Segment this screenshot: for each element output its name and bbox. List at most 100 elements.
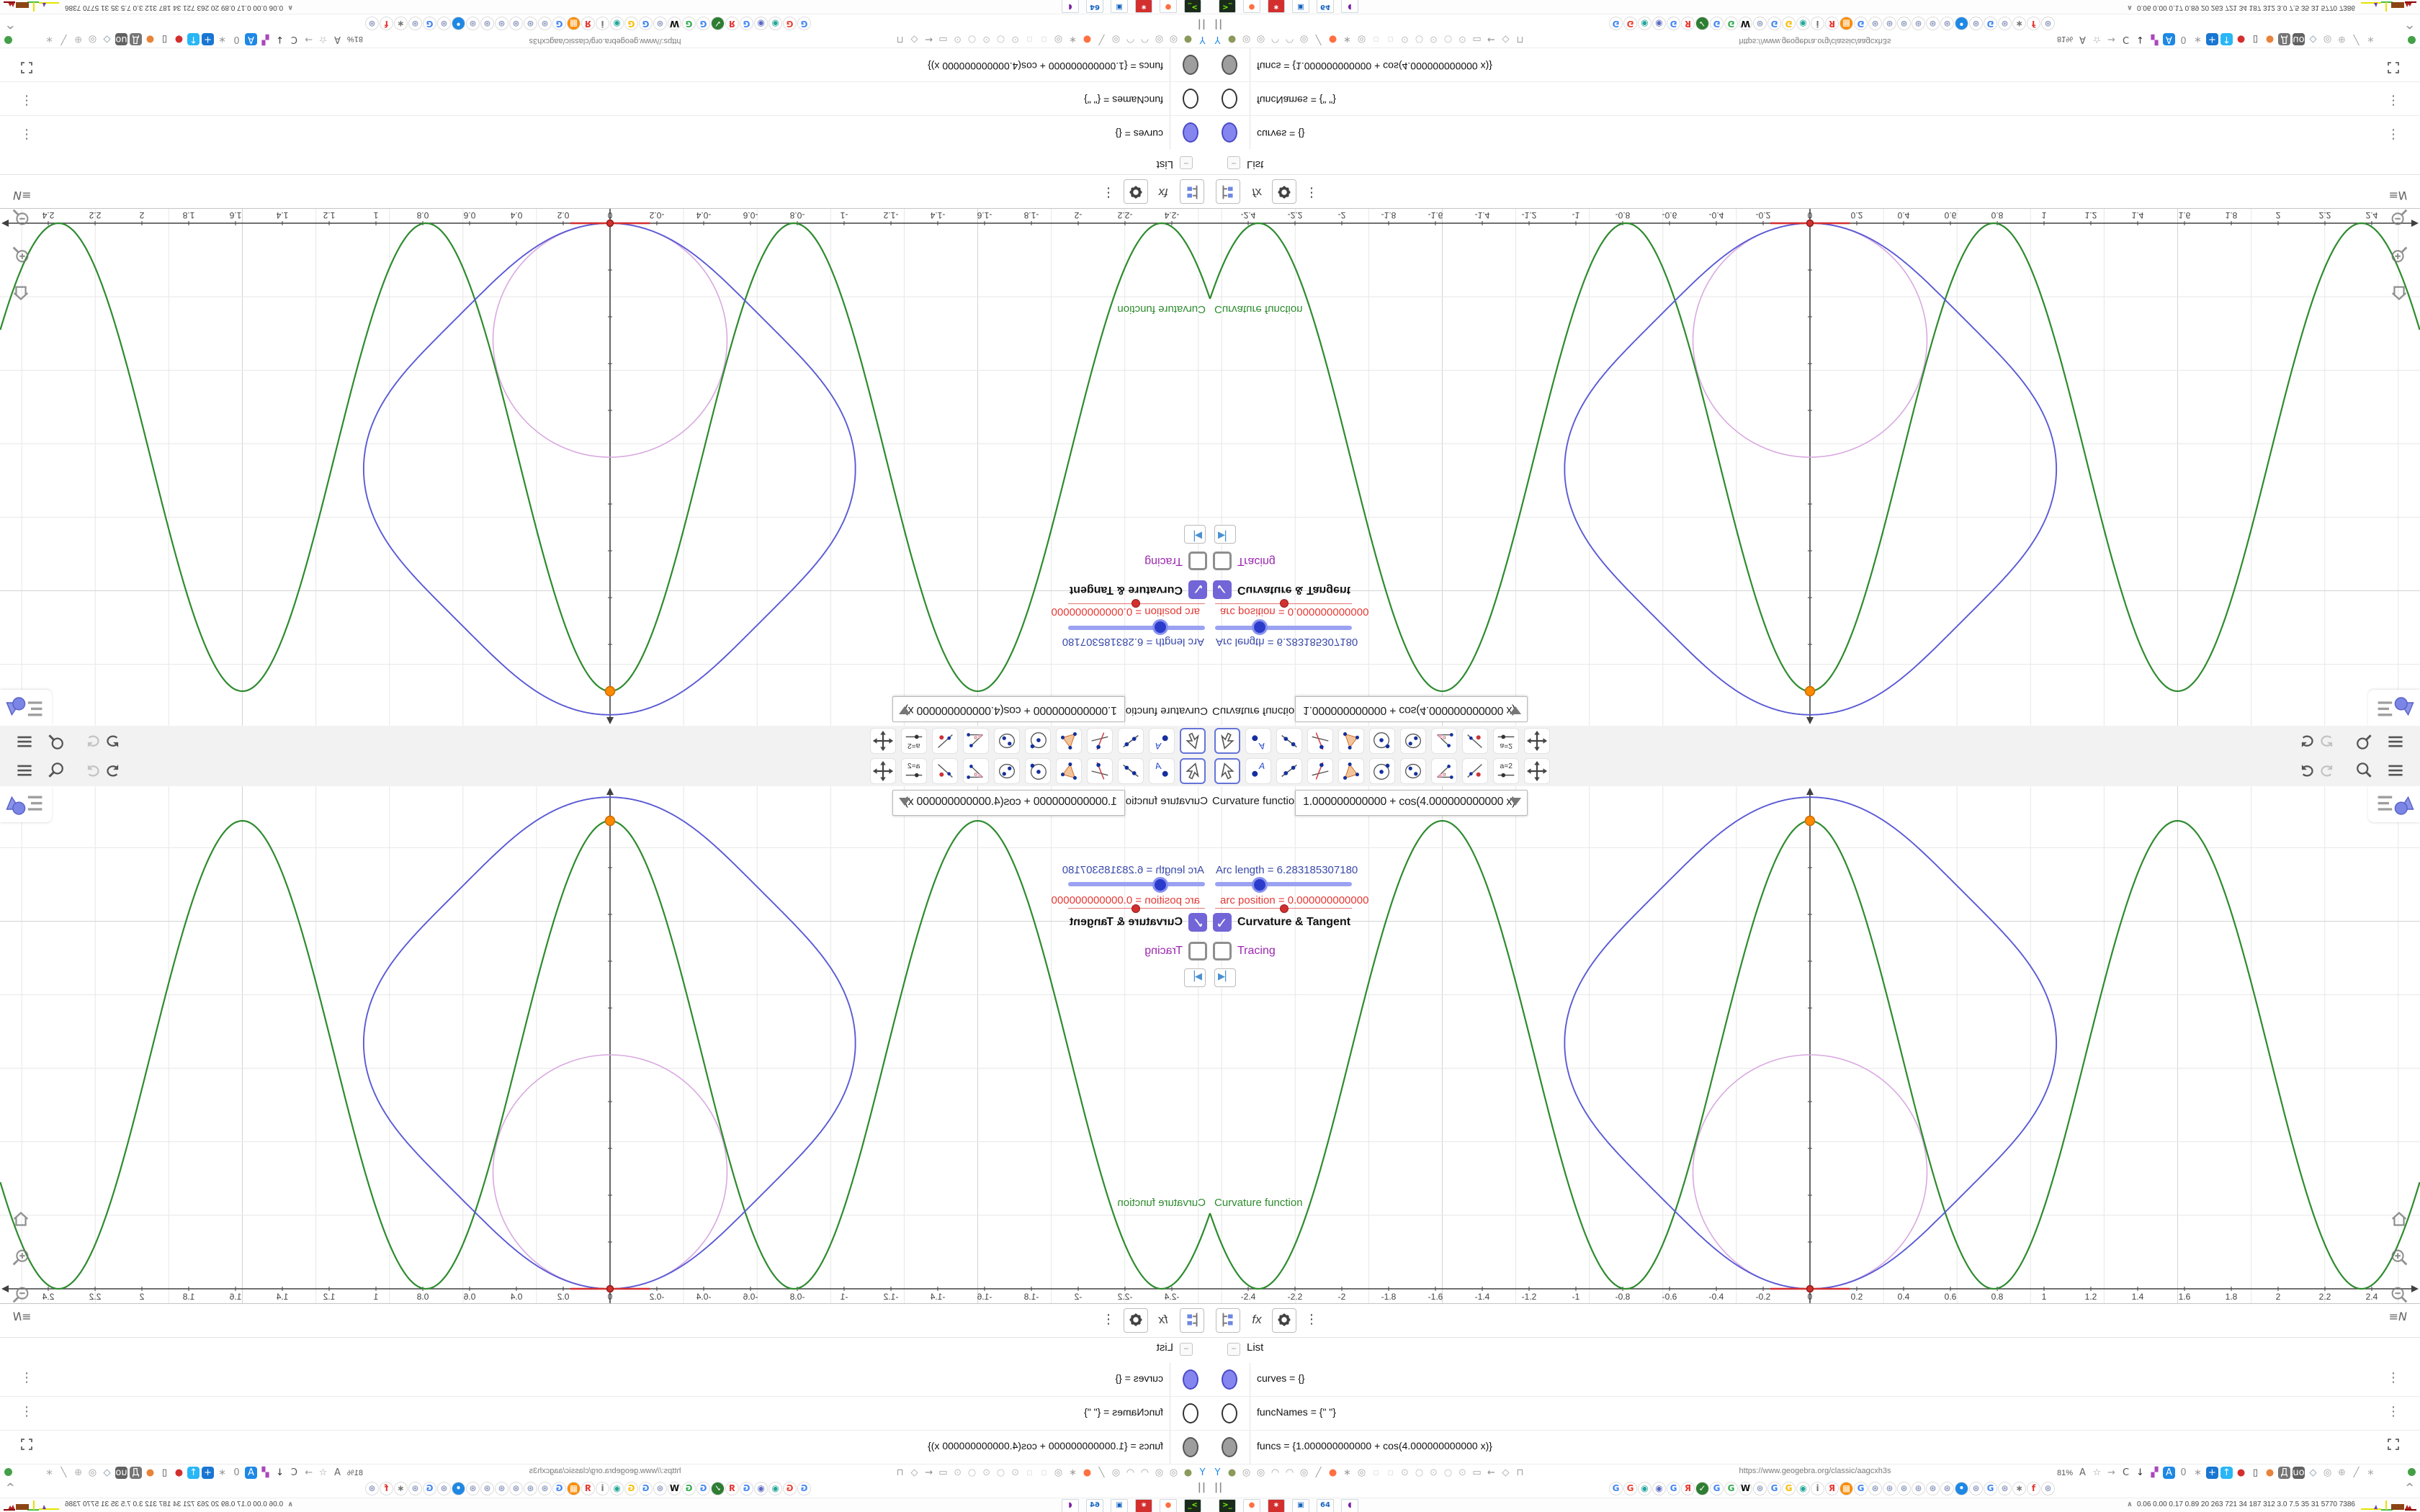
toggle-icon[interactable]: ⊙ — [1456, 33, 1469, 45]
tool-reflect-about-line-button[interactable] — [932, 728, 958, 754]
arc-position-slider-knob[interactable] — [1131, 599, 1140, 608]
globe-icon[interactable]: ◎ — [1298, 1467, 1310, 1479]
shield-favicon[interactable]: ⊛ — [408, 17, 422, 30]
shield-icon[interactable]: ◇ — [908, 1467, 920, 1479]
collapse-minus-icon[interactable]: − — [1227, 156, 1240, 169]
shield-favicon[interactable]: ⊛ — [509, 17, 523, 30]
tree-view-button[interactable] — [1216, 1308, 1240, 1333]
url-bar[interactable]: https://www.geogebra.org/classic/aagcxh3… — [403, 37, 807, 45]
adblock-icon[interactable]: ● — [2235, 1467, 2247, 1479]
tool-move-button[interactable] — [1180, 728, 1206, 754]
arc-ext-icon[interactable]: ◠ — [1269, 33, 1281, 45]
forward-arrow-icon[interactable]: → — [2105, 33, 2118, 45]
google-favicon[interactable]: G — [1854, 1482, 1868, 1495]
ext-olive-icon[interactable]: ● — [1226, 1467, 1238, 1479]
tool-point-button[interactable]: A — [1245, 758, 1271, 784]
google-favicon[interactable]: G — [1782, 1482, 1796, 1495]
trash-icon[interactable]: ▯ — [158, 33, 171, 45]
tree-view-button[interactable] — [1180, 1308, 1204, 1333]
save64-app[interactable]: 64 — [1317, 1499, 1334, 1512]
collapse-chevron-icon[interactable]: ^ — [6, 1481, 15, 1494]
terminal-app[interactable]: >_ — [1219, 1499, 1236, 1512]
shield-favicon[interactable]: ⊛ — [538, 1482, 552, 1495]
bookmark-y-icon[interactable]: Y — [1211, 33, 1224, 45]
algebra-row[interactable]: curves = {} ⋮ — [1210, 1363, 2420, 1397]
google-favicon[interactable]: G — [696, 1482, 710, 1495]
kebab-menu-icon[interactable]: ⋮ — [2387, 93, 2400, 108]
graphics-view[interactable]: Curvature function 1.000000000000 + cos(… — [0, 786, 1210, 1303]
google-favicon[interactable]: G — [1984, 1482, 1997, 1495]
check-favicon[interactable]: ✓ — [1695, 1482, 1709, 1495]
shield-favicon[interactable]: ⊛ — [1998, 17, 2012, 30]
shield-favicon[interactable]: ⊛ — [495, 17, 508, 30]
shield-favicon[interactable]: ⊛ — [1753, 17, 1767, 30]
algebra-row[interactable]: funcs = {1.000000000000 + cos(4.00000000… — [1210, 1431, 2420, 1464]
tool-reflect-about-line-button[interactable] — [1462, 758, 1488, 784]
gear-outline-icon[interactable]: ∗ — [43, 1467, 55, 1479]
google-favicon[interactable]: G — [682, 17, 696, 30]
shield-favicon[interactable]: ⊛ — [495, 1482, 508, 1495]
list-group-header[interactable]: − List — [0, 1338, 1210, 1362]
visibility-dot[interactable] — [1222, 1369, 1237, 1390]
toggle-icon[interactable]: ○ — [966, 1467, 978, 1479]
up-arrow-icon[interactable]: ↑ — [2220, 33, 2233, 45]
arc-length-slider[interactable] — [1068, 882, 1205, 886]
wikipedia-favicon[interactable]: W — [668, 17, 681, 30]
firefox-icon[interactable]: ● — [1327, 33, 1339, 45]
gear-icon[interactable]: ∗ — [1341, 33, 1353, 45]
google-favicon[interactable]: G — [552, 17, 566, 30]
google-favicon[interactable]: G — [639, 1482, 653, 1495]
visibility-dot[interactable] — [1183, 1403, 1198, 1423]
puzzle-icon[interactable]: ⊕ — [2336, 33, 2348, 45]
bookmark-star-icon[interactable]: ☆ — [2091, 33, 2103, 45]
bookmark-y-icon[interactable]: Y — [1211, 1467, 1224, 1479]
wrench-icon[interactable]: ╱ — [1312, 33, 1325, 45]
undo-button[interactable] — [102, 730, 124, 752]
curvature-tangent-checkbox[interactable]: ✓ — [1213, 913, 1232, 932]
gear-icon[interactable]: ∗ — [216, 1467, 228, 1479]
toggle-icon[interactable]: ○ — [1442, 33, 1454, 45]
tool-polygon-button[interactable] — [1338, 728, 1364, 754]
function-selector-dropdown[interactable]: 1.000000000000 + cos(4.000000000000 x) — [1295, 696, 1528, 722]
shield-favicon[interactable]: ⊛ — [1753, 1482, 1767, 1495]
globe-icon[interactable]: ◎ — [1168, 1467, 1180, 1479]
menu-icon[interactable] — [2385, 760, 2407, 782]
algebra-row[interactable]: curves = {} ⋮ — [1210, 115, 2420, 149]
wrench-icon[interactable]: ╱ — [2350, 33, 2362, 45]
globe-icon[interactable]: ◎ — [1052, 33, 1065, 45]
placeholder-icon[interactable]: ▫ — [1038, 33, 1050, 45]
url-bar[interactable]: https://www.geogebra.org/classic/aagcxh3… — [403, 1467, 807, 1475]
display-app[interactable]: ▣ — [1111, 0, 1128, 13]
ext-d-icon[interactable]: Д — [130, 1467, 142, 1479]
folder-icon[interactable]: ▭ — [937, 1467, 949, 1479]
blue-favicon[interactable]: ◉ — [754, 1482, 768, 1495]
arc-ext-icon[interactable]: ◠ — [1139, 33, 1151, 45]
tracing-checkbox[interactable] — [1213, 942, 1232, 960]
gear-icon[interactable]: ∗ — [1067, 33, 1079, 45]
lock-icon[interactable]: ⊓ — [894, 33, 906, 45]
fx-input-button[interactable]: fx — [1151, 179, 1175, 204]
ext-d-icon[interactable]: Д — [2278, 33, 2290, 45]
shield-favicon[interactable]: ⊛ — [466, 17, 480, 30]
toggle-icon[interactable]: ⊙ — [951, 33, 964, 45]
fx-input-button[interactable]: fx — [1245, 1308, 1269, 1333]
tool-polygon-button[interactable] — [1338, 758, 1364, 784]
tool-point-button[interactable]: A — [1149, 728, 1175, 754]
wrench-icon[interactable]: ╱ — [1095, 33, 1108, 45]
bookmark-star-icon[interactable]: ☆ — [2091, 1467, 2103, 1479]
firefox-icon[interactable]: ● — [1327, 1467, 1339, 1479]
list-group-header[interactable]: − List — [1210, 150, 2420, 174]
tool-reflect-about-line-button[interactable] — [932, 758, 958, 784]
settings-app[interactable]: ∗ — [1135, 1499, 1152, 1512]
placeholder-icon[interactable]: ▫ — [1023, 33, 1036, 45]
globe-icon[interactable]: ◎ — [1298, 33, 1310, 45]
reload-icon[interactable]: C — [288, 1467, 300, 1479]
graphics-stylebar-toggle[interactable] — [2368, 690, 2420, 726]
tree-view-button[interactable] — [1180, 179, 1204, 204]
arc-length-slider-knob[interactable] — [1152, 877, 1168, 893]
function-selector-dropdown[interactable]: 1.000000000000 + cos(4.000000000000 x) — [1295, 790, 1528, 816]
tool-line-button[interactable] — [1276, 728, 1302, 754]
home-icon[interactable] — [2388, 1208, 2411, 1231]
yandex-favicon[interactable]: Я — [725, 17, 739, 30]
yandex-favicon[interactable]: Я — [1681, 1482, 1695, 1495]
